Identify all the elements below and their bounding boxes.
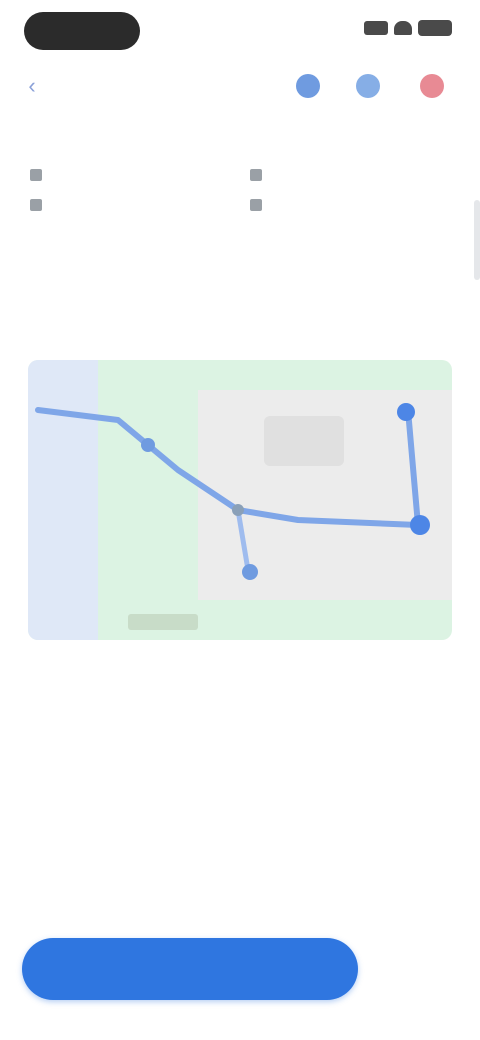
info-row <box>30 160 230 190</box>
list-item[interactable] <box>30 756 450 790</box>
map-svg <box>28 360 452 640</box>
status-icons <box>364 20 452 36</box>
info-row <box>30 220 230 250</box>
back-arrow-icon[interactable]: ‹ <box>20 74 44 98</box>
scrollbar-thumb[interactable] <box>474 200 480 280</box>
signal-icon <box>364 21 388 35</box>
title-row: ‹ <box>0 62 480 110</box>
info-card-left <box>30 160 230 250</box>
info-row <box>250 160 450 190</box>
map-building <box>264 416 344 466</box>
info-row <box>30 190 230 220</box>
info-row <box>250 220 450 250</box>
directions-icon[interactable] <box>296 74 320 98</box>
list-item[interactable] <box>30 790 450 824</box>
route-list <box>30 722 450 870</box>
map-scale-bar <box>128 614 198 630</box>
save-icon[interactable] <box>420 74 444 98</box>
wifi-icon <box>394 21 412 35</box>
info-icon <box>250 169 262 181</box>
info-icon <box>30 169 42 181</box>
status-time-pill <box>24 12 140 50</box>
share-icon[interactable] <box>356 74 380 98</box>
map-marker-start[interactable] <box>397 403 415 421</box>
route-map[interactable] <box>28 360 452 640</box>
map-marker[interactable] <box>242 564 258 580</box>
info-row <box>250 190 450 220</box>
map-water <box>28 360 98 640</box>
map-caption <box>36 656 336 662</box>
battery-icon <box>418 20 452 36</box>
info-card-right <box>250 160 450 250</box>
status-bar <box>0 0 480 60</box>
map-marker-end[interactable] <box>410 515 430 535</box>
map-marker[interactable] <box>232 504 244 516</box>
map-marker[interactable] <box>141 438 155 452</box>
info-icon <box>30 199 42 211</box>
list-item[interactable] <box>30 722 450 756</box>
start-button[interactable] <box>22 938 358 1000</box>
info-icon <box>250 199 262 211</box>
list-item[interactable] <box>30 824 450 858</box>
